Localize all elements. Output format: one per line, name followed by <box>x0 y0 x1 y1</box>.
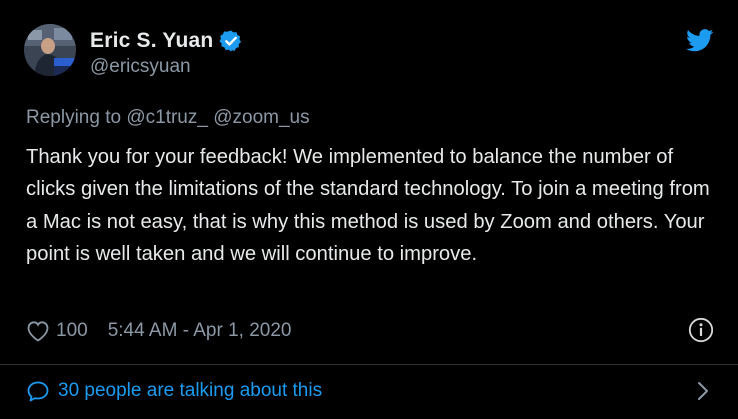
like-count[interactable]: 100 <box>56 320 88 342</box>
mention-link[interactable]: @c1truz_ <box>126 107 208 128</box>
handle[interactable]: @ericsyuan <box>90 56 243 78</box>
replying-to-label: Replying to <box>26 107 122 128</box>
conversation-link[interactable]: 30 people are talking about this <box>26 376 714 406</box>
speech-bubble-icon <box>27 381 49 402</box>
mention-link[interactable]: @zoom_us <box>213 107 309 128</box>
tweet-meta: 100 5:44 AM - Apr 1, 2020 <box>26 317 714 345</box>
heart-icon[interactable] <box>26 320 50 342</box>
tweet-header: Eric S. Yuan @ericsyuan <box>24 24 714 84</box>
chevron-right-icon[interactable] <box>696 379 710 403</box>
tweet-text: Thank you for your feedback! We implemen… <box>26 146 710 265</box>
timestamp[interactable]: 5:44 AM - Apr 1, 2020 <box>108 320 292 342</box>
twitter-bird-icon[interactable] <box>686 29 714 52</box>
avatar-image <box>24 24 76 76</box>
divider <box>0 364 738 365</box>
author-names: Eric S. Yuan @ericsyuan <box>90 24 243 78</box>
replying-to: Replying to @c1truz_ @zoom_us <box>26 107 310 129</box>
info-icon[interactable] <box>688 317 714 343</box>
display-name[interactable]: Eric S. Yuan <box>90 29 213 53</box>
conversation-label: 30 people are talking about this <box>58 380 323 401</box>
verified-badge-icon <box>219 30 242 52</box>
avatar[interactable] <box>24 24 76 76</box>
tweet-card: Eric S. Yuan @ericsyuan Replying to @c1t… <box>0 0 738 419</box>
name-row: Eric S. Yuan <box>90 29 243 53</box>
